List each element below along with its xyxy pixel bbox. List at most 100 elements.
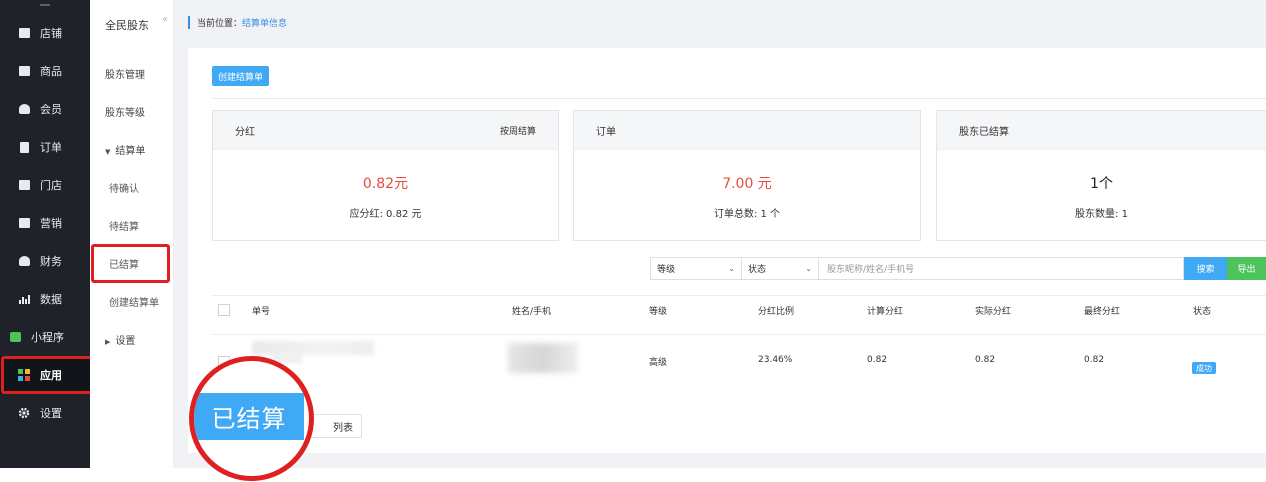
card-title: 股东已结算 [959, 126, 1009, 138]
export-button[interactable]: 导出 [1227, 257, 1266, 280]
nav-top-handle [0, 0, 90, 14]
card-settled-shareholders: 股东已结算 1个 股东数量: 1 [936, 110, 1266, 241]
th-calc: 计算分红 [867, 307, 904, 317]
table-row: 高级 23.46% 0.82 0.82 0.82 成功 [212, 335, 1266, 395]
sub-item-pending-settle[interactable]: 待结算 [109, 218, 139, 233]
th-level: 等级 [649, 307, 668, 317]
sub-nav: 全民股东 « 股东管理 股东等级 ▼ 结算单 待确认 待结算 已结算 创建结算单 … [90, 0, 174, 468]
sub-group-settings[interactable]: ▶ 设置 [105, 332, 135, 347]
data-icon [18, 293, 30, 305]
sub-group-label: 设置 [115, 336, 136, 347]
nav-label: 门店 [40, 179, 62, 192]
main-nav: 店铺 商品 会员 订单 门店 营销 财务 数据 小程序 应用 设置 [0, 0, 90, 468]
level-select[interactable]: 等级 ⌄ [650, 257, 742, 280]
card-sub: 订单总数: 1 个 [713, 209, 781, 220]
td-level: 高级 [649, 358, 668, 368]
search-input[interactable]: 股东昵称/姓名/手机号 [818, 257, 1184, 280]
shop-icon [18, 179, 30, 191]
sub-item-pending-confirm[interactable]: 待确认 [109, 180, 139, 195]
annotation-circle: 已结算 [189, 356, 314, 481]
sub-item-create-settlement[interactable]: 创建结算单 [109, 294, 159, 309]
card-sub: 应分红: 0.82 元 [349, 209, 422, 220]
goods-icon [18, 65, 30, 77]
level-select-value: 等级 [657, 265, 676, 275]
order-icon [18, 141, 30, 153]
table-header: 单号 姓名/手机 等级 分红比例 计算分红 实际分红 最终分红 状态 [212, 295, 1266, 335]
nav-item-order[interactable]: 订单 [0, 128, 90, 166]
card-sub: 股东数量: 1 [1075, 209, 1128, 220]
card-orders: 订单 7.00 元 订单总数: 1 个 [573, 110, 921, 241]
card-value: 7.00 元 [722, 176, 772, 192]
breadcrumb-bar [188, 15, 190, 29]
th-status: 状态 [1193, 307, 1212, 317]
td-final: 0.82 [1084, 355, 1105, 365]
nav-item-goods[interactable]: 商品 [0, 52, 90, 90]
nav-label: 设置 [40, 407, 62, 420]
th-actual: 实际分红 [975, 307, 1012, 317]
chevron-down-icon: ⌄ [728, 264, 735, 273]
chevron-down-icon: ⌄ [805, 264, 812, 273]
main-content: 当前位置： 结算单信息 创建结算单 分红 按周结算 0.82元 应分红: 0.8… [174, 0, 1266, 468]
breadcrumb-current[interactable]: 结算单信息 [242, 16, 287, 29]
card-title: 订单 [596, 126, 616, 138]
redacted-name-phone [508, 343, 578, 373]
card-head: 股东已结算 [937, 111, 1266, 150]
th-ratio: 分红比例 [758, 307, 795, 317]
card-head: 分红 按周结算 [213, 111, 558, 150]
th-name-phone: 姓名/手机 [512, 307, 552, 317]
redacted-order-no [252, 341, 374, 355]
caret-right-icon: ▶ [105, 338, 111, 346]
highlight-box-apps [1, 356, 96, 394]
nav-item-member[interactable]: 会员 [0, 90, 90, 128]
select-all-checkbox[interactable] [218, 304, 230, 316]
nav-item-marketing[interactable]: 营销 [0, 204, 90, 242]
th-final: 最终分红 [1084, 307, 1121, 317]
create-settlement-button[interactable]: 创建结算单 [212, 66, 270, 86]
card-value: 1个 [1090, 176, 1113, 192]
card-dividend: 分红 按周结算 0.82元 应分红: 0.82 元 [212, 110, 559, 241]
search-button[interactable]: 搜索 [1184, 257, 1227, 280]
nav-label: 商品 [40, 65, 62, 78]
marketing-icon [18, 217, 30, 229]
gear-icon [18, 407, 30, 419]
annotation-label: 已结算 [194, 393, 304, 440]
nav-label: 财务 [40, 255, 62, 268]
sub-nav-title: 全民股东 [105, 19, 149, 32]
card-side-label: 按周结算 [499, 126, 536, 137]
status-select-value: 状态 [748, 265, 767, 275]
card-title: 分红 [235, 126, 255, 138]
nav-item-settings[interactable]: 设置 [0, 394, 90, 432]
member-icon [18, 103, 30, 115]
miniprogram-icon [9, 331, 21, 343]
sub-item-shareholders[interactable]: 股东管理 [105, 66, 145, 81]
breadcrumb-label: 当前位置： [197, 18, 243, 29]
sub-item-levels[interactable]: 股东等级 [105, 104, 145, 119]
th-order-no: 单号 [252, 307, 271, 317]
nav-label: 数据 [40, 293, 62, 306]
app: 店铺 商品 会员 订单 门店 营销 财务 数据 小程序 应用 设置 全民股东 «… [0, 0, 1266, 482]
card-value: 0.82元 [362, 176, 409, 192]
finance-icon [18, 255, 30, 267]
status-badge: 成功 [1192, 362, 1216, 374]
nav-item-miniprogram[interactable]: 小程序 [0, 318, 90, 356]
sub-group-settlement[interactable]: ▼ 结算单 [105, 142, 145, 157]
nav-item-data[interactable]: 数据 [0, 280, 90, 318]
sub-group-label: 结算单 [115, 146, 146, 157]
nav-label: 订单 [40, 141, 62, 154]
nav-item-finance[interactable]: 财务 [0, 242, 90, 280]
nav-label: 小程序 [31, 331, 64, 344]
nav-item-store[interactable]: 店铺 [0, 14, 90, 52]
store-icon [18, 27, 30, 39]
td-calc: 0.82 [867, 355, 888, 365]
caret-down-icon: ▼ [105, 148, 111, 156]
nav-label: 店铺 [40, 27, 62, 40]
divider [212, 98, 1266, 99]
td-ratio: 23.46% [758, 355, 793, 365]
td-actual: 0.82 [975, 355, 996, 365]
breadcrumb: 当前位置： 结算单信息 [188, 14, 287, 30]
nav-item-shop[interactable]: 门店 [0, 166, 90, 204]
nav-label: 会员 [40, 103, 62, 116]
highlight-box-settled [91, 244, 170, 283]
content-panel: 创建结算单 分红 按周结算 0.82元 应分红: 0.82 元 订单 7.00 … [188, 48, 1266, 453]
status-select[interactable]: 状态 ⌄ [741, 257, 819, 280]
